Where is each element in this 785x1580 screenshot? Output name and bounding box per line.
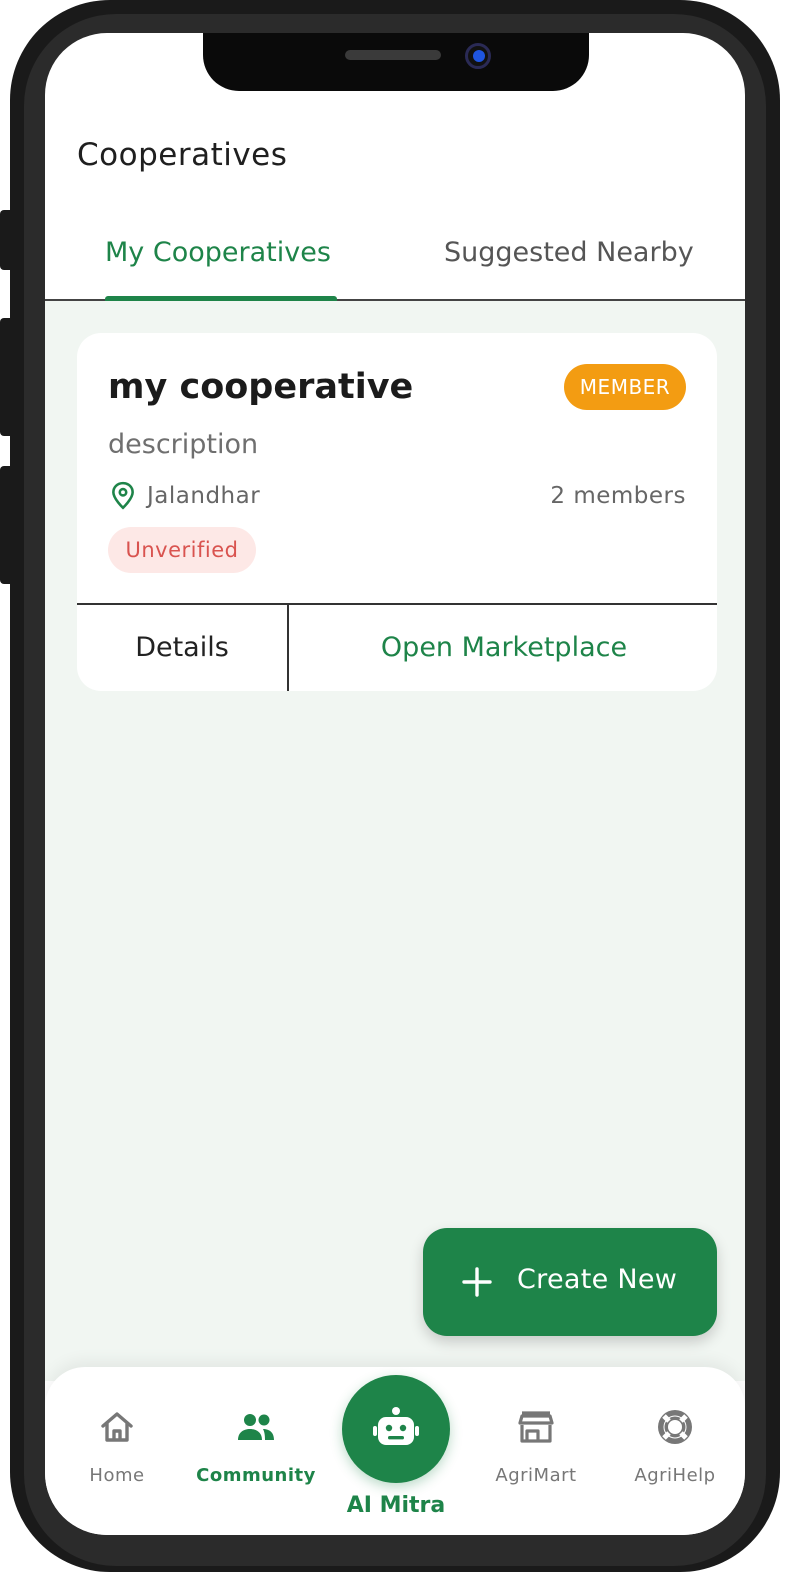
open-marketplace-button[interactable]: Open Marketplace bbox=[291, 605, 717, 691]
side-button bbox=[0, 318, 12, 436]
nav-item-agrimart[interactable]: AgriMart bbox=[476, 1407, 596, 1497]
speaker bbox=[345, 50, 441, 60]
lifebuoy-icon bbox=[658, 1410, 692, 1444]
nav-label-community: Community bbox=[196, 1465, 316, 1486]
status-badge: Unverified bbox=[108, 527, 256, 573]
create-new-label: Create New bbox=[517, 1264, 678, 1295]
nav-label-home: Home bbox=[89, 1465, 145, 1486]
members-count: 2 members bbox=[550, 483, 686, 509]
member-badge: MEMBER bbox=[564, 364, 686, 410]
location-text: Jalandhar bbox=[147, 483, 261, 509]
notch bbox=[203, 33, 589, 91]
plus-icon bbox=[462, 1267, 492, 1297]
bottom-nav: Home Community AI Mitra AgriMart AgriHel… bbox=[45, 1367, 745, 1535]
store-icon bbox=[518, 1411, 554, 1443]
tab-suggested-nearby[interactable]: Suggested Nearby bbox=[444, 237, 694, 268]
page-title: Cooperatives bbox=[77, 137, 288, 173]
nav-item-agrihelp[interactable]: AgriHelp bbox=[615, 1407, 735, 1497]
robot-icon bbox=[373, 1407, 419, 1445]
nav-item-home[interactable]: Home bbox=[57, 1407, 177, 1497]
nav-item-community[interactable]: Community bbox=[196, 1407, 316, 1497]
people-icon bbox=[238, 1414, 274, 1440]
cooperative-name: my cooperative bbox=[108, 367, 414, 407]
camera bbox=[465, 43, 491, 69]
nav-label-agrihelp: AgriHelp bbox=[634, 1465, 716, 1486]
side-button bbox=[0, 210, 12, 270]
ai-mitra-button[interactable] bbox=[342, 1375, 450, 1483]
cooperative-description: description bbox=[108, 429, 259, 460]
side-button bbox=[0, 466, 12, 584]
nav-label-agrimart: AgriMart bbox=[495, 1465, 577, 1486]
ai-mitra-label: AI Mitra bbox=[346, 1493, 446, 1518]
create-new-button[interactable]: Create New bbox=[423, 1228, 717, 1336]
tab-my-cooperatives[interactable]: My Cooperatives bbox=[105, 237, 331, 268]
cooperative-card[interactable]: my cooperative MEMBER description Jaland… bbox=[77, 333, 717, 691]
details-button[interactable]: Details bbox=[77, 605, 289, 691]
location-pin-icon bbox=[112, 481, 134, 510]
home-icon bbox=[101, 1412, 133, 1442]
card-actions: Details Open Marketplace bbox=[77, 603, 717, 691]
screen: Cooperatives My Cooperatives Suggested N… bbox=[45, 33, 745, 1535]
tab-bar: My Cooperatives Suggested Nearby bbox=[45, 219, 745, 301]
